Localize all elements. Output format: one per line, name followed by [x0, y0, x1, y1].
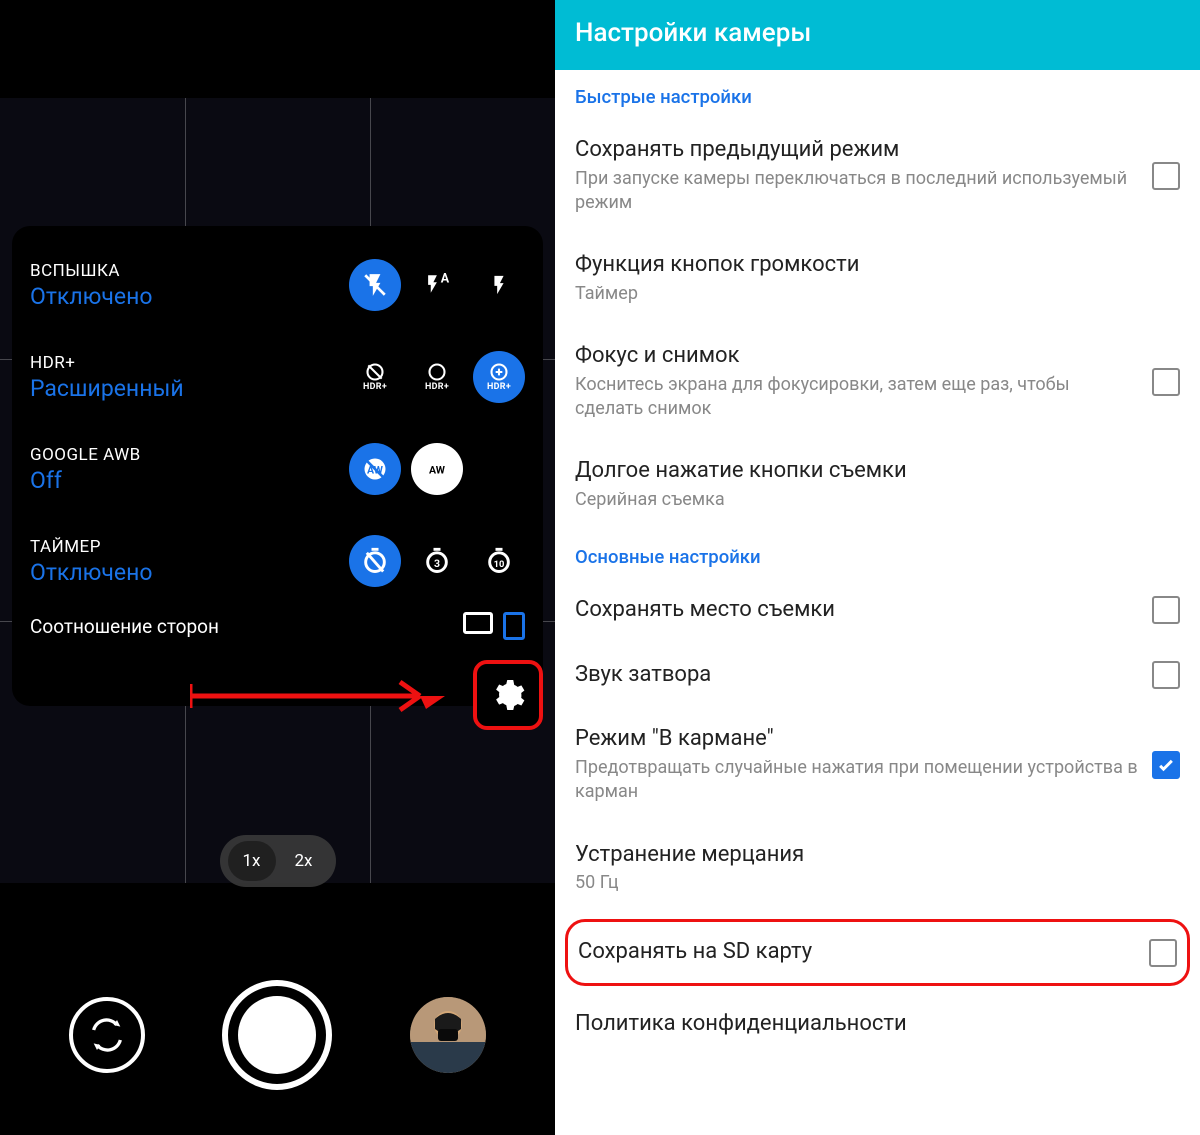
highlighted-sd-card-setting: Сохранять на SD карту	[565, 919, 1190, 986]
setting-title: Долгое нажатие кнопки съемки	[575, 457, 1180, 486]
setting-title: Политика конфиденциальности	[575, 1010, 1180, 1039]
setting-shutter-sound[interactable]: Звук затвора	[575, 643, 1180, 708]
setting-save-sd[interactable]: Сохранять на SD карту	[578, 936, 1177, 969]
setting-sub: Таймер	[575, 282, 1180, 306]
hdr-off-icon[interactable]: HDR+	[349, 351, 401, 403]
checkbox[interactable]	[1152, 162, 1180, 190]
section-title-main: Основные настройки	[575, 530, 1180, 578]
quick-label-title: HDR+	[30, 353, 349, 373]
switch-camera-button[interactable]	[69, 997, 145, 1073]
setting-title: Фокус и снимок	[575, 342, 1138, 371]
gallery-thumbnail-button[interactable]	[410, 997, 486, 1073]
camera-top-bar	[0, 0, 555, 98]
hdr-enhanced-icon[interactable]: HDR+	[473, 351, 525, 403]
quick-row-awb: GOOGLE AWB Off AW AW	[30, 428, 525, 510]
quick-options: AW AW	[349, 443, 525, 495]
settings-button[interactable]	[473, 660, 543, 730]
svg-text:AW: AW	[429, 464, 446, 477]
aspect-options	[463, 612, 525, 640]
setting-flicker[interactable]: Устранение мерцания 50 Гц	[575, 823, 1180, 914]
flash-off-icon[interactable]	[349, 259, 401, 311]
setting-save-prev-mode[interactable]: Сохранять предыдущий режим При запуске к…	[575, 118, 1180, 233]
flash-on-icon[interactable]	[473, 259, 525, 311]
quick-label-title: ТАЙМЕР	[30, 537, 349, 557]
gear-icon	[490, 677, 526, 713]
checkbox[interactable]	[1149, 939, 1177, 967]
quick-label-value: Off	[30, 467, 349, 494]
setting-privacy[interactable]: Политика конфиденциальности	[575, 992, 1180, 1057]
checkbox-checked[interactable]	[1152, 751, 1180, 779]
quick-row-timer: ТАЙМЕР Отключено 3 10	[30, 520, 525, 602]
checkbox[interactable]	[1152, 596, 1180, 624]
setting-sub: Серийная съемка	[575, 488, 1180, 512]
checkbox[interactable]	[1152, 661, 1180, 689]
quick-row-aspect: Соотношение сторон	[30, 612, 525, 640]
quick-settings-panel: ВСПЫШКА Отключено A HDR+ Расширенный	[12, 226, 543, 706]
quick-row-hdr: HDR+ Расширенный HDR+ HDR+ HDR+	[30, 336, 525, 418]
setting-long-press[interactable]: Долгое нажатие кнопки съемки Серийная съ…	[575, 439, 1180, 530]
camera-screen: ВСПЫШКА Отключено A HDR+ Расширенный	[0, 0, 555, 1135]
setting-sub: Коснитесь экрана для фокусировки, затем …	[575, 373, 1138, 422]
zoom-toggle: 1x 2x	[220, 835, 336, 887]
timer-10s-icon[interactable]: 10	[473, 535, 525, 587]
quick-options: 3 10	[349, 535, 525, 587]
zoom-1x-button[interactable]: 1x	[228, 841, 276, 881]
setting-volume-keys[interactable]: Функция кнопок громкости Таймер	[575, 233, 1180, 324]
quick-options: A	[349, 259, 525, 311]
aspect-4-3-icon[interactable]	[463, 612, 493, 634]
timer-3s-icon[interactable]: 3	[411, 535, 463, 587]
setting-sub: Предотвращать случайные нажатия при поме…	[575, 756, 1138, 805]
settings-appbar: Настройки камеры	[555, 0, 1200, 70]
quick-label: ТАЙМЕР Отключено	[30, 537, 349, 586]
setting-focus-shot[interactable]: Фокус и снимок Коснитесь экрана для фоку…	[575, 324, 1180, 439]
settings-title: Настройки камеры	[575, 18, 1180, 48]
shutter-button[interactable]	[222, 980, 332, 1090]
setting-pocket-mode[interactable]: Режим "В кармане" Предотвращать случайны…	[575, 707, 1180, 822]
setting-title: Функция кнопок громкости	[575, 251, 1180, 280]
setting-title: Сохранять место съемки	[575, 596, 1138, 625]
quick-label-value: Отключено	[30, 283, 349, 310]
setting-title: Сохранять предыдущий режим	[575, 136, 1138, 165]
camera-bottom-bar	[0, 935, 555, 1135]
quick-label: HDR+ Расширенный	[30, 353, 349, 402]
setting-sub: При запуске камеры переключаться в после…	[575, 167, 1138, 216]
setting-title: Звук затвора	[575, 661, 1138, 690]
setting-title: Режим "В кармане"	[575, 725, 1138, 754]
quick-label-title: GOOGLE AWB	[30, 445, 349, 465]
zoom-2x-button[interactable]: 2x	[280, 841, 328, 881]
hdr-on-icon[interactable]: HDR+	[411, 351, 463, 403]
setting-title: Устранение мерцания	[575, 841, 1180, 870]
quick-label: ВСПЫШКА Отключено	[30, 261, 349, 310]
settings-screen: Настройки камеры Быстрые настройки Сохра…	[555, 0, 1200, 1135]
setting-save-location[interactable]: Сохранять место съемки	[575, 578, 1180, 643]
quick-label: GOOGLE AWB Off	[30, 445, 349, 494]
switch-camera-icon	[87, 1015, 127, 1055]
check-icon	[1156, 755, 1176, 775]
quick-options: HDR+ HDR+ HDR+	[349, 351, 525, 403]
annotation-arrow	[190, 678, 455, 714]
setting-sub: 50 Гц	[575, 871, 1180, 895]
awb-on-icon[interactable]: AW	[411, 443, 463, 495]
quick-row-flash: ВСПЫШКА Отключено A	[30, 244, 525, 326]
gallery-thumbnail	[410, 997, 486, 1073]
quick-label-value: Отключено	[30, 559, 349, 586]
section-quick: Быстрые настройки Сохранять предыдущий р…	[555, 70, 1200, 913]
section-title-quick: Быстрые настройки	[575, 70, 1180, 118]
svg-text:3: 3	[434, 557, 440, 570]
flash-auto-icon[interactable]: A	[411, 259, 463, 311]
aspect-16-9-icon[interactable]	[503, 612, 525, 640]
awb-off-icon[interactable]: AW	[349, 443, 401, 495]
shutter-inner	[238, 996, 316, 1074]
quick-label-value: Расширенный	[30, 375, 349, 402]
checkbox[interactable]	[1152, 368, 1180, 396]
svg-text:10: 10	[494, 559, 505, 570]
aspect-label: Соотношение сторон	[30, 615, 219, 638]
timer-off-icon[interactable]	[349, 535, 401, 587]
quick-label-title: ВСПЫШКА	[30, 261, 349, 281]
setting-title: Сохранять на SD карту	[578, 938, 1135, 967]
svg-text:A: A	[441, 272, 450, 287]
section-tail: Политика конфиденциальности	[555, 992, 1200, 1057]
